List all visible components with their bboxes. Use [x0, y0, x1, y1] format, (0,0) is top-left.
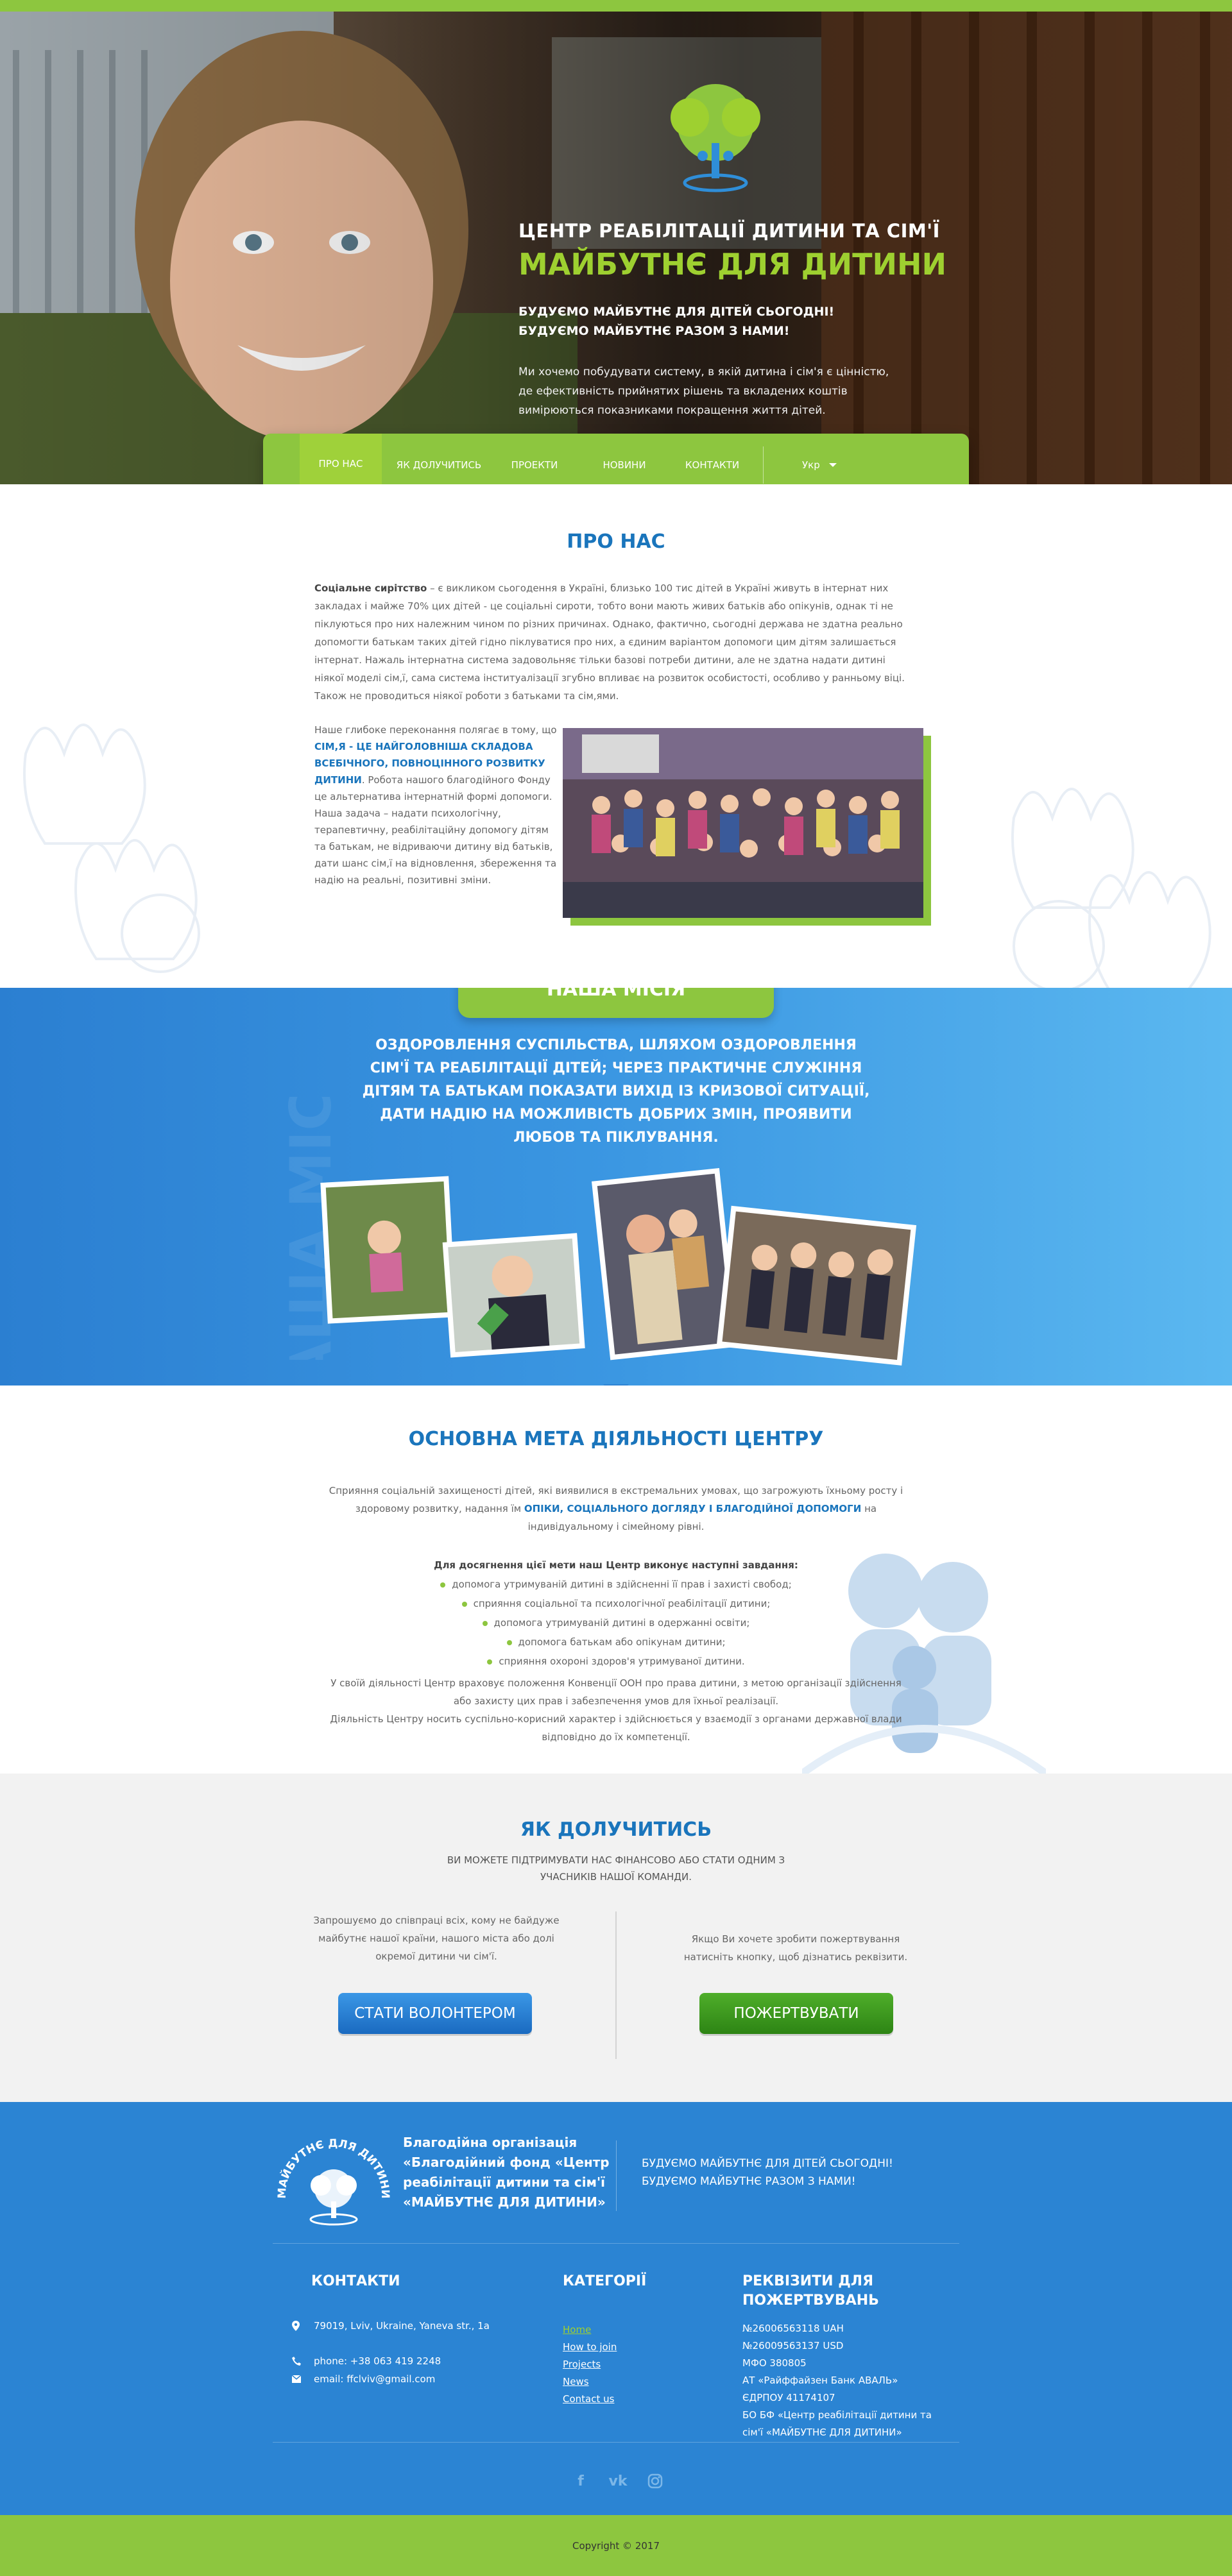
bullet-icon: [461, 1601, 467, 1607]
nav-divider: [763, 446, 764, 484]
copyright-bar: Copyright © 2017: [0, 2515, 1232, 2576]
list-item: допомога утримуваній дитині в здійсненні…: [0, 1575, 1232, 1594]
footer: МАЙБУТНЄ ДЛЯ ДИТИНИ Благодійна організац…: [0, 2102, 1232, 2515]
requisite-line: МФО 380805: [742, 2357, 807, 2369]
goal-paragraph-1: Сприяння соціальній захищеності дітей, я…: [329, 1485, 903, 1532]
join-divider: [615, 1911, 617, 2059]
footer-link-home[interactable]: Home: [563, 2321, 617, 2339]
footer-link-news[interactable]: News: [563, 2373, 617, 2391]
mission-photo-collage: [320, 1167, 917, 1366]
donate-button[interactable]: ПОЖЕРТВУВАТИ: [699, 1993, 893, 2034]
top-accent-bar: [0, 0, 1232, 12]
map-pin-icon: [292, 2321, 300, 2331]
footer-separator: [273, 2243, 959, 2244]
list-item: допомога батькам або опікунам дитини;: [0, 1632, 1232, 1652]
bullet-icon: [506, 1640, 512, 1645]
about-title: ПРО НАС: [567, 530, 665, 553]
footer-link-contact-us[interactable]: Contact us: [563, 2391, 617, 2408]
footer-contacts-title: КОНТАКТИ: [311, 2273, 400, 2289]
about-paragraph-2: Наше глибоке переконання полягає в тому,…: [314, 724, 557, 886]
footer-email[interactable]: email: ffclviv@gmail.com: [292, 2373, 435, 2385]
join-section: ЯК ДОЛУЧИТИСЬ ВИ МОЖЕТЕ ПІДТРИМУВАТИ НАС…: [0, 1774, 1232, 2102]
join-title: ЯК ДОЛУЧИТИСЬ: [520, 1818, 712, 1841]
footer-logo: МАЙБУТНЄ ДЛЯ ДИТИНИ: [276, 2137, 391, 2226]
footer-requisites: №26006563118 UAH №26009563137 USD МФО 38…: [742, 2320, 954, 2441]
goal-section: ОСНОВНА МЕТА ДІЯЛЬНОСТІ ЦЕНТРУ Сприяння …: [0, 1385, 1232, 1774]
bullet-icon: [487, 1659, 493, 1665]
join-volunteer-text: Запрошуємо до співпраці всіх, кому не ба…: [313, 1915, 560, 1962]
requisite-line: №26009563137 USD: [742, 2340, 844, 2351]
list-item: сприяння охороні здоров'я утримуваної ди…: [0, 1652, 1232, 1671]
hero-subtitle: БУДУЄМО МАЙБУТНЄ ДЛЯ ДІТЕЙ СЬОГОДНІ! БУД…: [518, 305, 835, 338]
hero-banner: ЦЕНТР РЕАБІЛІТАЦІЇ ДИТИНИ ТА СІМ'Ї МАЙБУ…: [0, 12, 1232, 484]
footer-requisites-title: РЕКВІЗИТИ ДЛЯ ПОЖЕРТВУВАНЬ: [742, 2273, 879, 2309]
vk-icon[interactable]: vk: [608, 2471, 628, 2491]
phone-icon: [292, 2357, 301, 2366]
list-item: сприяння соціальної та психологічної реа…: [0, 1594, 1232, 1613]
about-section: ПРО НАС Соціальне сирітство – є викликом…: [0, 484, 1232, 988]
goal-paragraph-2: У своїй діяльності Центр враховує положе…: [330, 1677, 902, 1707]
hero-description: Ми хочемо побудувати систему, в якій дит…: [518, 366, 889, 417]
goal-tasks-title: Для досягнення цієї мети наш Центр викон…: [434, 1559, 798, 1571]
hero-title: МАЙБУТНЄ ДЛЯ ДИТИНИ: [518, 247, 946, 282]
chevron-down-icon: [828, 463, 837, 467]
join-subtitle: ВИ МОЖЕТЕ ПІДТРИМУВАТИ НАС ФІНАНСОВО АБО…: [447, 1854, 785, 1883]
goal-highlight: ОПІКИ, СОЦІАЛЬНОГО ДОГЛЯДУ І БЛАГОДІЙНОЇ…: [524, 1503, 862, 1514]
copyright-text: Copyright © 2017: [572, 2539, 660, 2552]
about-paragraph-1: Соціальне сирітство – є викликом сьогоде…: [314, 582, 905, 702]
mail-icon: [292, 2375, 301, 2383]
facebook-icon[interactable]: f: [571, 2471, 590, 2491]
list-item: допомога утримуваній дитині в одержанні …: [0, 1613, 1232, 1632]
requisite-line: АТ «Райффайзен Банк АВАЛЬ»: [742, 2375, 898, 2386]
goal-title: ОСНОВНА МЕТА ДІЯЛЬНОСТІ ЦЕНТРУ: [408, 1428, 824, 1450]
mission-section: НАША МІСІЯ НАША МІСІЯ ОЗДОРОВЛЕННЯ СУСПІ…: [0, 988, 1232, 1385]
footer-category-links: Home How to join Projects News Contact u…: [563, 2321, 617, 2408]
goal-paragraph-3: Діяльність Центру носить суспільно-корис…: [330, 1713, 902, 1743]
language-label: Укр: [802, 459, 820, 471]
footer-link-how-to-join[interactable]: How to join: [563, 2339, 617, 2356]
footer-categories-title: КАТЕГОРІЇ: [563, 2273, 647, 2289]
hero-pretitle: ЦЕНТР РЕАБІЛІТАЦІЇ ДИТИНИ ТА СІМ'Ї: [518, 220, 940, 242]
volunteer-button[interactable]: СТАТИ ВОЛОНТЕРОМ: [338, 1993, 532, 2034]
footer-separator: [273, 2442, 959, 2443]
footer-divider: [616, 2140, 617, 2211]
social-links: f vk: [571, 2471, 665, 2491]
footer-org-name: Благодійна організація «Благодійний фонд…: [403, 2135, 610, 2210]
footer-address: 79019, Lviv, Ukraine, Yaneva str., 1a: [292, 2320, 490, 2332]
about-lead: Соціальне сирітство: [314, 582, 427, 594]
requisite-line: ЄДРПОУ 41174107: [742, 2392, 835, 2403]
requisite-line: №26006563118 UAH: [742, 2323, 844, 2334]
join-donate-text: Якщо Ви хочете зробити пожертвування нат…: [683, 1933, 908, 1963]
bullet-icon: [482, 1620, 488, 1626]
hero-text: ЦЕНТР РЕАБІЛІТАЦІЇ ДИТИНИ ТА СІМ'Ї МАЙБУ…: [518, 220, 968, 420]
bullet-icon: [440, 1582, 446, 1588]
footer-slogan: БУДУЄМО МАЙБУТНЄ ДЛЯ ДІТЕЙ СЬОГОДНІ! БУД…: [642, 2157, 893, 2188]
footer-link-projects[interactable]: Projects: [563, 2356, 617, 2373]
tree-logo: [671, 84, 760, 192]
goal-task-list: Для досягнення цієї мети наш Центр викон…: [0, 1555, 1232, 1671]
requisite-line: БО БФ «Центр реабілітації дитини та сім'…: [742, 2409, 932, 2438]
group-photo: [563, 728, 923, 918]
footer-phone[interactable]: phone: +38 063 419 2248: [292, 2355, 441, 2367]
instagram-icon[interactable]: [646, 2471, 665, 2491]
language-select[interactable]: Укр: [802, 459, 837, 471]
